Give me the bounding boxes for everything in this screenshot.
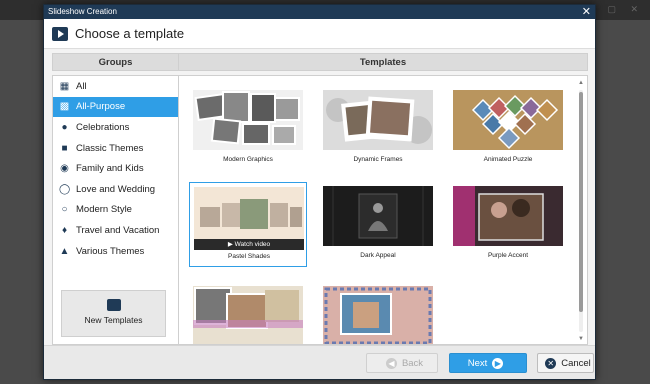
groups-heading: Groups [52, 53, 179, 71]
group-label: All [76, 80, 87, 92]
next-arrow-icon: ▶ [492, 357, 504, 369]
group-label: Love and Wedding [76, 183, 156, 195]
template-card-row3-2[interactable] [319, 282, 437, 344]
templates-heading: Templates [178, 53, 588, 71]
template-thumbnail [453, 90, 563, 150]
new-templates-icon [106, 299, 121, 311]
group-label: Travel and Vacation [76, 224, 160, 236]
template-card-animated-puzzle[interactable]: Animated Puzzle [449, 86, 567, 171]
puzzle-icon: ▩ [59, 101, 70, 113]
page-title: Choose a template [75, 26, 185, 41]
template-card-modern-graphics[interactable]: Modern Graphics [189, 86, 307, 171]
templates-pane: Templates Modern Graphics Dynamic Frames… [178, 53, 588, 345]
group-item-love-and-wedding[interactable]: ◯ Love and Wedding [53, 179, 178, 200]
template-card-dark-appeal[interactable]: Dark Appeal [319, 182, 437, 267]
group-label: All-Purpose [76, 101, 126, 113]
group-item-modern-style[interactable]: ○ Modern Style [53, 200, 178, 221]
template-label: Modern Graphics [223, 156, 273, 163]
scroll-down-icon[interactable]: ▼ [577, 336, 585, 342]
template-card-pastel-shades[interactable]: ▶ Watch video Pastel Shades [189, 182, 307, 267]
group-label: Classic Themes [76, 142, 144, 154]
template-label: Animated Puzzle [483, 156, 533, 163]
template-card-dynamic-frames[interactable]: Dynamic Frames [319, 86, 437, 171]
rings-icon: ◯ [59, 183, 71, 195]
group-item-all-purpose[interactable]: ▩ All-Purpose [53, 96, 178, 118]
scroll-thumb[interactable] [579, 92, 583, 312]
template-thumbnail [323, 90, 433, 150]
play-icon: ▶ [227, 241, 233, 248]
book-icon: ■ [61, 142, 68, 154]
dialog-header: Choose a template [44, 19, 595, 49]
group-label: Various Themes [76, 245, 145, 257]
groups-list: ▦ All ▩ All-Purpose ● Celebrations ■ Cla… [52, 75, 179, 345]
group-item-travel-and-vacation[interactable]: ♦ Travel and Vacation [53, 220, 178, 241]
cancel-label: Cancel [561, 357, 591, 369]
back-arrow-icon: ◀ [385, 357, 397, 369]
watch-video-button[interactable]: ▶ Watch video [194, 239, 304, 250]
balloons-icon: ● [61, 121, 68, 133]
slideshow-icon [52, 26, 68, 41]
dialog-title: Slideshow Creation [48, 7, 117, 16]
template-thumbnail [193, 286, 303, 344]
groups-pane: Groups ▦ All ▩ All-Purpose ● Celebration… [52, 53, 179, 345]
next-button[interactable]: Next ▶ [449, 353, 527, 373]
dialog-footer: ◀ Back Next ▶ ✕ Cancel [44, 345, 595, 379]
slideshow-dialog: Slideshow Creation ✕ Choose a template G… [43, 4, 596, 380]
template-label: Purple Accent [487, 252, 529, 259]
template-thumbnail [323, 286, 433, 344]
new-templates-button[interactable]: New Templates [61, 290, 166, 337]
group-item-various-themes[interactable]: ▲ Various Themes [53, 241, 178, 262]
group-item-all[interactable]: ▦ All [53, 76, 178, 97]
back-label: Back [401, 357, 424, 369]
cancel-button[interactable]: ✕ Cancel [537, 353, 594, 373]
group-item-family-and-kids[interactable]: ◉ Family and Kids [53, 158, 178, 179]
group-item-celebrations[interactable]: ● Celebrations [53, 117, 178, 138]
template-label: Dynamic Frames [353, 156, 403, 163]
scroll-up-icon[interactable]: ▲ [577, 80, 585, 86]
templates-grid: Modern Graphics Dynamic Frames Animated … [178, 75, 588, 345]
template-label: Dark Appeal [360, 252, 396, 259]
cancel-x-icon: ✕ [545, 357, 557, 369]
group-label: Family and Kids [76, 163, 144, 175]
close-icon[interactable]: ✕ [582, 5, 591, 19]
back-button[interactable]: ◀ Back [366, 353, 438, 373]
group-label: Modern Style [76, 204, 132, 216]
watch-video-label: Watch video [234, 241, 271, 248]
template-thumbnail [193, 90, 303, 150]
bulb-icon: ○ [61, 204, 68, 216]
next-label: Next [467, 357, 488, 369]
template-thumbnail [194, 187, 304, 247]
templates-scrollbar[interactable]: ▲ ▼ [577, 80, 585, 342]
palm-icon: ♦ [61, 224, 68, 236]
template-thumbnail [323, 186, 433, 246]
cube-icon: ▲ [59, 245, 70, 257]
template-thumbnail [453, 186, 563, 246]
stroller-icon: ◉ [60, 163, 69, 175]
grid-icon: ▦ [59, 80, 70, 92]
template-label: Pastel Shades [228, 253, 270, 260]
template-card-purple-accent[interactable]: Purple Accent [449, 182, 567, 267]
group-label: Celebrations [76, 121, 130, 133]
dialog-titlebar: Slideshow Creation ✕ [44, 5, 595, 19]
template-card-row3-1[interactable] [189, 282, 307, 344]
new-templates-label: New Templates [84, 315, 143, 325]
group-item-classic-themes[interactable]: ■ Classic Themes [53, 138, 178, 159]
